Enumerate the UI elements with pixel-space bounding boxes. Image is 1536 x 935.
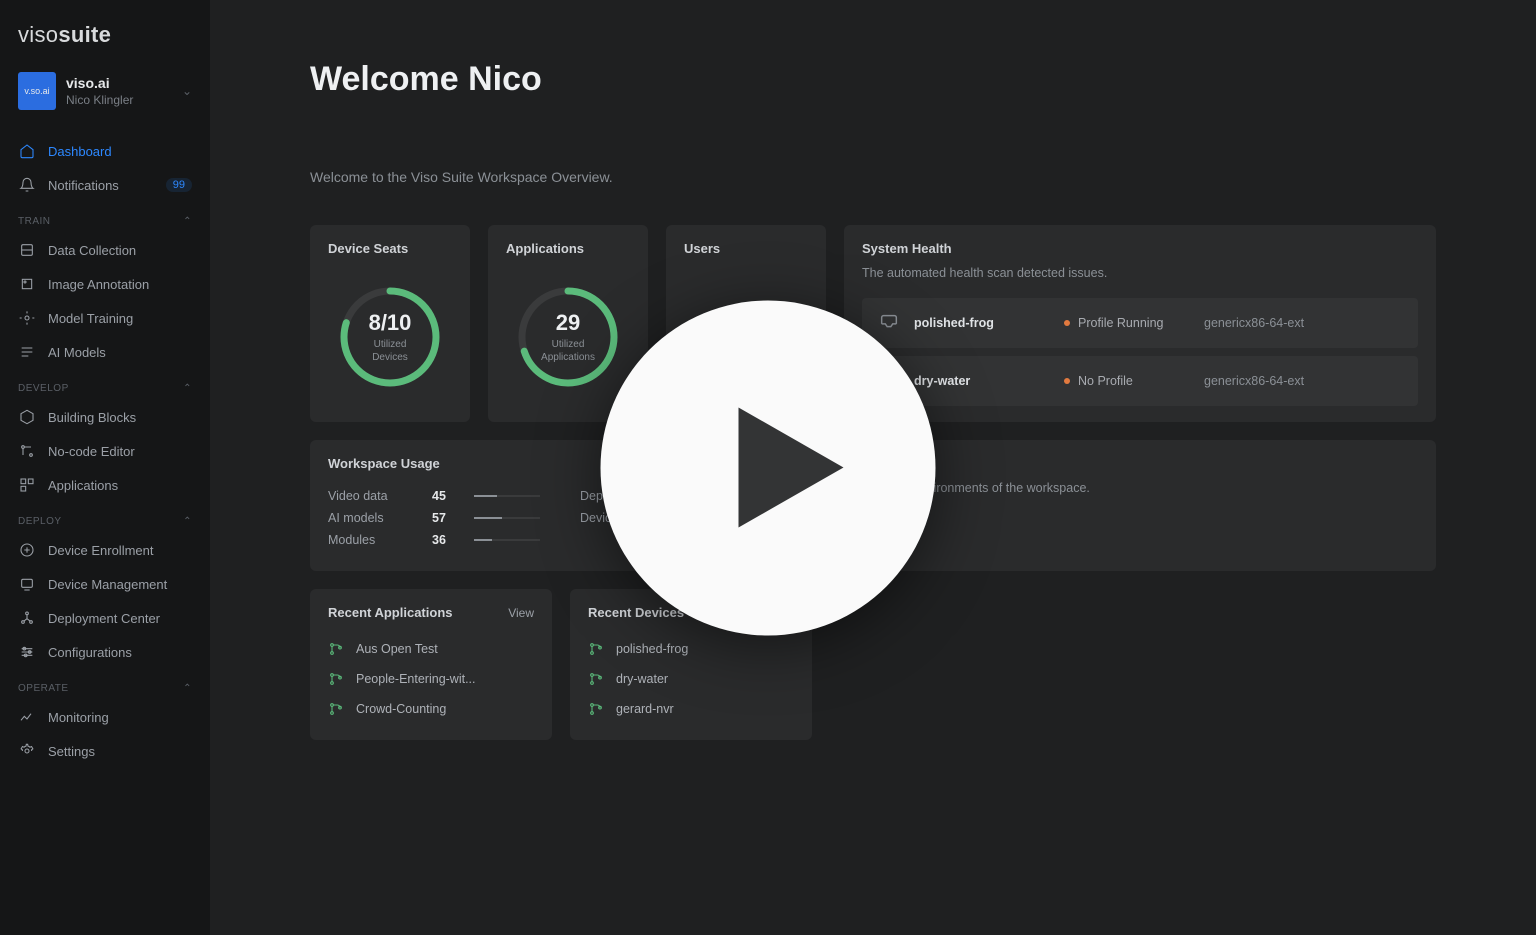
sidebar-item-building-blocks[interactable]: Building Blocks [0, 400, 210, 434]
card-title: Recent Devices [588, 605, 684, 620]
card-title: Applications [506, 241, 630, 256]
workspace-avatar: v.so.ai [18, 72, 56, 110]
usage-row: AI models57 [328, 511, 540, 525]
section-heading-train[interactable]: TRAIN⌃ [0, 210, 210, 233]
branch-icon [588, 671, 604, 687]
card-subtitle: The automated health scan detected issue… [862, 266, 1418, 280]
sidebar-item-data-collection[interactable]: Data Collection [0, 233, 210, 267]
sidebar: visosuite v.so.ai viso.ai Nico Klingler … [0, 0, 210, 935]
status-dot-icon [1064, 320, 1070, 326]
enrollment-icon [18, 541, 36, 559]
sidebar-item-device-enrollment[interactable]: Device Enrollment [0, 533, 210, 567]
card-title: Recent Applications [328, 605, 452, 620]
workspace-name: viso.ai [66, 75, 172, 91]
chevron-up-icon: ⌃ [183, 216, 192, 227]
sidebar-item-nocode-editor[interactable]: No-code Editor [0, 434, 210, 468]
usage-row: Modules36 [328, 533, 540, 547]
list-item[interactable]: Crowd-Counting [328, 694, 534, 724]
sidebar-item-notifications[interactable]: Notifications 99 [0, 168, 210, 202]
usage-row: Video data45 [328, 489, 540, 503]
branch-icon [328, 701, 344, 717]
training-icon [18, 309, 36, 327]
card-title: Device Seats [328, 241, 452, 256]
branch-icon [328, 641, 344, 657]
cube-icon [18, 408, 36, 426]
section-heading-develop[interactable]: DEVELOP⌃ [0, 377, 210, 400]
health-ext: genericx86-64-ext [1204, 316, 1402, 330]
apps-icon [18, 476, 36, 494]
sidebar-item-image-annotation[interactable]: Image Annotation [0, 267, 210, 301]
card-title: System Health [862, 241, 1418, 256]
annotation-icon [18, 275, 36, 293]
play-video-button[interactable] [601, 300, 936, 635]
sidebar-item-configurations[interactable]: Configurations [0, 635, 210, 669]
list-item[interactable]: Aus Open Test [328, 634, 534, 664]
health-row[interactable]: dry-water No Profile genericx86-64-ext [862, 356, 1418, 406]
branch-icon [588, 701, 604, 717]
notifications-badge: 99 [166, 178, 192, 192]
sidebar-item-ai-models[interactable]: AI Models [0, 335, 210, 369]
card-system-health: System Health The automated health scan … [844, 225, 1436, 422]
workspace-switcher[interactable]: v.so.ai viso.ai Nico Klingler ⌄ [0, 66, 210, 126]
branch-icon [328, 671, 344, 687]
sidebar-item-device-management[interactable]: Device Management [0, 567, 210, 601]
section-heading-operate[interactable]: OPERATE⌃ [0, 677, 210, 700]
home-icon [18, 142, 36, 160]
page-title: Welcome Nico [310, 60, 1436, 99]
sidebar-item-settings[interactable]: Settings [0, 734, 210, 768]
list-item[interactable]: dry-water [588, 664, 794, 694]
config-icon [18, 643, 36, 661]
health-ext: genericx86-64-ext [1204, 374, 1402, 388]
sidebar-item-dashboard[interactable]: Dashboard [0, 134, 210, 168]
health-name: polished-frog [914, 316, 1064, 330]
chevron-down-icon: ⌄ [182, 84, 192, 98]
view-all-link[interactable]: View [508, 606, 534, 620]
branch-icon [588, 641, 604, 657]
chevron-up-icon: ⌃ [183, 516, 192, 527]
sidebar-item-monitoring[interactable]: Monitoring [0, 700, 210, 734]
deployment-icon [18, 609, 36, 627]
monitoring-icon [18, 708, 36, 726]
editor-icon [18, 442, 36, 460]
list-item[interactable]: polished-frog [588, 634, 794, 664]
health-row[interactable]: polished-frog Profile Running genericx86… [862, 298, 1418, 348]
workspace-user: Nico Klingler [66, 93, 172, 107]
page-subtitle: Welcome to the Viso Suite Workspace Over… [310, 169, 1436, 185]
gear-icon [18, 742, 36, 760]
database-icon [18, 241, 36, 259]
sidebar-item-deployment-center[interactable]: Deployment Center [0, 601, 210, 635]
brand-logo: visosuite [0, 22, 210, 66]
play-icon [708, 393, 858, 543]
chevron-up-icon: ⌃ [183, 683, 192, 694]
inbox-icon [878, 312, 900, 334]
chevron-up-icon: ⌃ [183, 383, 192, 394]
models-icon [18, 343, 36, 361]
sidebar-item-applications[interactable]: Applications [0, 468, 210, 502]
donut-device-seats: 8/10UtilizedDevices [335, 282, 445, 392]
section-heading-deploy[interactable]: DEPLOY⌃ [0, 510, 210, 533]
devices-icon [18, 575, 36, 593]
donut-applications: 29UtilizedApplications [513, 282, 623, 392]
card-recent-applications: Recent Applications View Aus Open Test P… [310, 589, 552, 740]
sidebar-item-model-training[interactable]: Model Training [0, 301, 210, 335]
card-title: Users [684, 241, 808, 256]
list-item[interactable]: People-Entering-wit... [328, 664, 534, 694]
bell-icon [18, 176, 36, 194]
card-device-seats: Device Seats 8/10UtilizedDevices [310, 225, 470, 422]
health-name: dry-water [914, 374, 1064, 388]
list-item[interactable]: gerard-nvr [588, 694, 794, 724]
status-dot-icon [1064, 378, 1070, 384]
